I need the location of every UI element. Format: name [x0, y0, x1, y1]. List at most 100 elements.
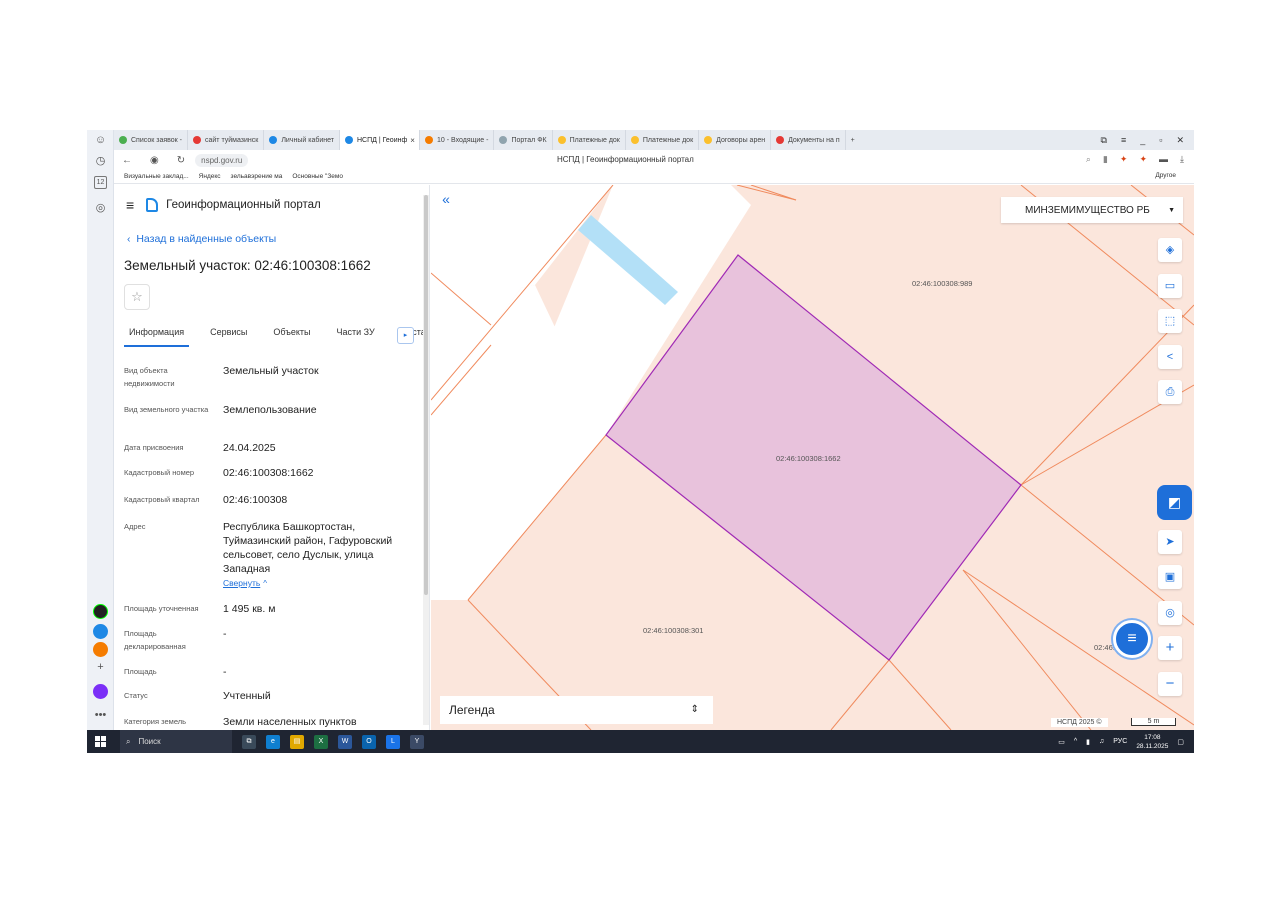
- bookmark-item[interactable]: зельавэрение ма: [231, 173, 283, 180]
- tab-information[interactable]: Информация: [124, 325, 190, 347]
- language-indicator[interactable]: РУС: [1113, 738, 1127, 745]
- tab-parts[interactable]: Части ЗУ: [332, 325, 380, 347]
- music-app-icon[interactable]: [93, 642, 108, 657]
- legend-toggle[interactable]: Легенда ⇕: [440, 696, 713, 724]
- navigate-icon[interactable]: ➤: [1158, 530, 1182, 554]
- notification-center-icon[interactable]: ▢: [1177, 738, 1184, 746]
- ruler-icon[interactable]: ▭: [1158, 274, 1182, 298]
- tab-9[interactable]: Документы на п: [771, 130, 846, 150]
- close-icon[interactable]: ×: [410, 136, 415, 145]
- address-text: Республика Башкортостан, Туймазинский ра…: [223, 521, 393, 575]
- collapse-panel-button[interactable]: «: [434, 190, 458, 210]
- panel-header: ≡ Геоинформационный портал: [126, 197, 321, 213]
- tab-7[interactable]: Платежные док: [626, 130, 700, 150]
- location-icon[interactable]: ◎: [1158, 601, 1182, 625]
- row-value: Земли населенных пунктов: [223, 716, 357, 728]
- tab-2[interactable]: Личный кабинет: [264, 130, 340, 150]
- geo-analytics-button[interactable]: ◩: [1157, 485, 1192, 520]
- more-icon[interactable]: •••: [92, 707, 109, 724]
- restore-button[interactable]: ▫: [1159, 135, 1162, 146]
- bookmark-panel-icon[interactable]: ⧉: [1101, 135, 1107, 146]
- tab-5[interactable]: Портал ФК: [494, 130, 553, 150]
- basemap-icon[interactable]: ▣: [1158, 565, 1182, 589]
- reload-icon[interactable]: ↻: [177, 155, 185, 166]
- explorer-icon[interactable]: ▤: [290, 734, 304, 749]
- add-icon[interactable]: +: [92, 659, 109, 676]
- network-icon[interactable]: ▮: [1086, 738, 1090, 746]
- close-window-button[interactable]: ✕: [1176, 135, 1184, 146]
- tab-8[interactable]: Договоры арен: [699, 130, 772, 150]
- tab-active[interactable]: НСПД | Геоинф ×: [340, 130, 420, 150]
- back-link[interactable]: ‹ Назад в найденные объекты: [127, 233, 276, 245]
- info-panel: ≡ Геоинформационный портал ‹ Назад в най…: [114, 185, 430, 730]
- tab-4[interactable]: 10 - Входящие -: [420, 130, 495, 150]
- search-icon[interactable]: ⌕: [1086, 154, 1091, 165]
- app-icon[interactable]: L: [386, 734, 400, 749]
- back-arrow-icon[interactable]: ←: [122, 155, 132, 166]
- tray-expand-icon[interactable]: ^: [1074, 738, 1077, 745]
- tab-objects[interactable]: Объекты: [268, 325, 315, 347]
- alice-icon[interactable]: [93, 684, 108, 699]
- tab-services[interactable]: Сервисы: [205, 325, 252, 347]
- row-value: -: [223, 666, 227, 678]
- word-icon[interactable]: W: [338, 734, 352, 749]
- tab-6[interactable]: Платежные док: [553, 130, 626, 150]
- screenshot-icon[interactable]: ◎: [92, 200, 109, 217]
- zoom-out-button[interactable]: −: [1158, 672, 1182, 696]
- yandex-browser-icon[interactable]: Y: [410, 734, 424, 749]
- notifications-icon[interactable]: ≡: [1121, 135, 1126, 146]
- history-icon[interactable]: ◷: [92, 153, 109, 170]
- favicon-icon: [630, 136, 639, 144]
- row-label: Категория земель: [124, 717, 187, 726]
- taskbar-search[interactable]: ⌕ Поиск: [120, 730, 232, 753]
- collapse-link[interactable]: Свернуть ^: [223, 576, 413, 591]
- panel-scrollbar[interactable]: [423, 195, 429, 725]
- minimize-button[interactable]: _: [1140, 135, 1145, 146]
- edge-icon[interactable]: e: [266, 734, 280, 749]
- chevron-up-icon: ^: [263, 579, 267, 588]
- bookmark-item[interactable]: Яндекс: [199, 173, 221, 180]
- calendar-icon[interactable]: 12: [94, 176, 107, 189]
- bookmarks-bar: Визуальные заклад... Яндекс зельавэрение…: [114, 170, 1194, 184]
- map-canvas[interactable]: 02:46:100308:1662 02:46:100308:989 02:46…: [431, 185, 1194, 730]
- bookmarks-other[interactable]: Другое: [1155, 172, 1176, 179]
- keyboard-icon[interactable]: ▭: [1058, 738, 1065, 746]
- security-icon[interactable]: ◉: [150, 155, 159, 166]
- chat-button[interactable]: ≡: [1113, 620, 1151, 658]
- new-tab-button[interactable]: +: [846, 130, 860, 150]
- select-area-icon[interactable]: ⬚: [1158, 309, 1182, 333]
- extension-icon[interactable]: ▬: [1159, 154, 1168, 165]
- yandex-icon[interactable]: ☺: [92, 132, 109, 149]
- zoom-in-button[interactable]: +: [1158, 636, 1182, 660]
- mail-app-icon[interactable]: [93, 624, 108, 639]
- bookmark-item[interactable]: Визуальные заклад...: [124, 173, 189, 180]
- task-view-icon[interactable]: ⧉: [242, 734, 256, 749]
- bookmark-item[interactable]: Основные "Земо: [292, 173, 343, 180]
- scroll-thumb[interactable]: [424, 195, 428, 595]
- share-icon[interactable]: <: [1158, 345, 1182, 369]
- extension-icon[interactable]: ✦: [1120, 154, 1128, 165]
- tabs-next-button[interactable]: ▸: [397, 327, 414, 344]
- bookmark-icon[interactable]: ▮: [1103, 154, 1108, 165]
- url-field[interactable]: nspd.gov.ru: [195, 153, 249, 167]
- download-icon[interactable]: ⤓: [1180, 154, 1184, 165]
- tab-0[interactable]: Список заявок -: [114, 130, 188, 150]
- print-icon[interactable]: ⎙: [1158, 380, 1182, 404]
- tab-1[interactable]: сайт туймазинск: [188, 130, 265, 150]
- menu-icon[interactable]: ≡: [126, 197, 134, 213]
- windows-start-icon[interactable]: [95, 736, 106, 747]
- layers-icon[interactable]: ◈: [1158, 238, 1182, 262]
- favorite-star-icon[interactable]: ☆: [124, 284, 150, 310]
- volume-icon[interactable]: ♫: [1099, 738, 1104, 745]
- window-controls: ⧉ ≡ _ ▫ ✕: [1101, 135, 1194, 146]
- map-view[interactable]: 02:46:100308:1662 02:46:100308:989 02:46…: [431, 185, 1194, 730]
- extension-icon[interactable]: ✦: [1139, 154, 1147, 165]
- clock[interactable]: 17:08 28.11.2025: [1136, 733, 1168, 751]
- favicon-icon: [499, 136, 508, 144]
- app-icon[interactable]: [93, 604, 108, 619]
- layer-select[interactable]: МИНЗЕМИМУЩЕСТВО РБ ▼: [1001, 197, 1183, 223]
- outlook-icon[interactable]: O: [362, 734, 376, 749]
- chevron-down-icon: ▼: [1168, 206, 1175, 214]
- excel-icon[interactable]: X: [314, 734, 328, 749]
- row-value: -: [223, 628, 227, 640]
